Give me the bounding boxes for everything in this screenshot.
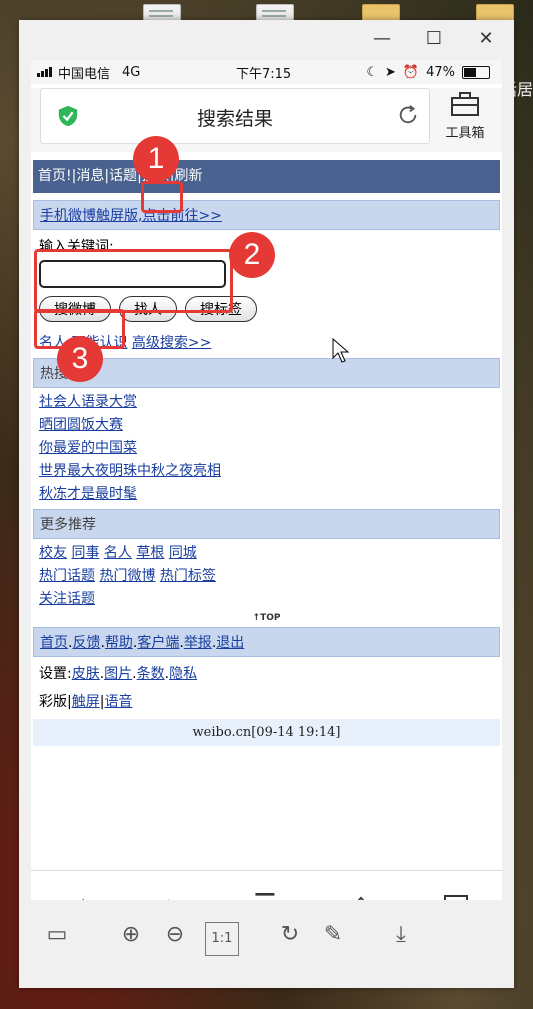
- home-icon[interactable]: ⌂: [341, 889, 381, 900]
- search-tag-button[interactable]: 搜标签: [185, 296, 257, 322]
- touch-version-link[interactable]: 手机微博触屏版,点击前往>>: [40, 208, 222, 224]
- back-icon[interactable]: ‹: [61, 889, 101, 900]
- window-controls: — ☐ ✕: [372, 28, 496, 49]
- nav-home[interactable]: 首页: [38, 168, 66, 184]
- rotate-icon[interactable]: ↻: [274, 922, 306, 954]
- forward-icon[interactable]: ›: [151, 889, 191, 900]
- footer-timestamp: weibo.cn[09-14 19:14]: [33, 719, 500, 746]
- find-people-button[interactable]: 找人: [119, 296, 177, 322]
- recommend-link[interactable]: 热门微博: [99, 568, 155, 584]
- search-links: 名人 可能认识 高级搜索>>: [39, 334, 494, 352]
- nav-topics[interactable]: 话题: [109, 168, 137, 184]
- settings-label: 设置:: [39, 666, 72, 682]
- close-icon[interactable]: ✕: [476, 28, 496, 49]
- layout-icon[interactable]: ▭: [41, 922, 73, 954]
- voice-link[interactable]: 语音: [104, 694, 132, 710]
- carrier-label: 中国电信: [58, 66, 111, 82]
- annotation-badge: 2: [229, 232, 275, 278]
- tab-count: 1: [444, 895, 468, 900]
- feedback-link[interactable]: 反馈: [72, 635, 100, 651]
- annotation-badge: 3: [57, 336, 103, 382]
- nav-messages[interactable]: 消息: [76, 168, 104, 184]
- footer-nav: 首页.反馈.帮助.客户端.举报.退出: [33, 627, 500, 657]
- count-link[interactable]: 条数: [137, 666, 165, 682]
- touch-version-bar: 手机微博触屏版,点击前往>>: [33, 200, 500, 230]
- footer-home-link[interactable]: 首页: [40, 635, 68, 651]
- keyword-input[interactable]: [39, 260, 226, 288]
- hot-item[interactable]: 社会人语录大赏: [39, 394, 137, 410]
- zoom-out-icon[interactable]: ⊖: [159, 922, 191, 954]
- zoom-in-icon[interactable]: ⊕: [115, 922, 147, 954]
- hot-item[interactable]: 你最爱的中国菜: [39, 440, 137, 456]
- tabs-button[interactable]: 1: [436, 889, 476, 900]
- search-buttons: 搜微博 找人 搜标签: [39, 296, 494, 322]
- client-link[interactable]: 客户端: [137, 635, 179, 651]
- menu-icon[interactable]: ☰: [245, 889, 285, 900]
- phone-screen: 中国电信 4G 下午7:15 ☾ ➤ ⏰ 47% 搜索结果 工具箱 首页!|消息…: [31, 60, 502, 900]
- hot-search-list: 社会人语录大赏 晒团圆饭大赛 你最爱的中国菜 世界最大夜明珠中秋之夜亮相 秋冻才…: [33, 393, 500, 503]
- edit-icon[interactable]: ✎: [317, 922, 349, 954]
- recommend-link[interactable]: 同事: [71, 545, 99, 561]
- browser-bottom-nav: ‹ › ☰ ⌂ 1: [31, 870, 502, 900]
- privacy-link[interactable]: 隐私: [169, 666, 197, 682]
- alarm-icon: ⏰: [402, 64, 420, 80]
- help-link[interactable]: 帮助: [105, 635, 133, 651]
- recommend-link[interactable]: 同城: [169, 545, 197, 561]
- top-nav: 首页!|消息|话题|搜索|刷新: [33, 160, 500, 193]
- more-recommend-list: 校友 同事 名人 草根 同城 热门话题 热门微博 热门标签 关注话题: [33, 544, 500, 608]
- hot-item[interactable]: 秋冻才是最时髦: [39, 486, 137, 502]
- hot-item[interactable]: 晒团圆饭大赛: [39, 417, 123, 433]
- settings-row: 设置:皮肤.图片.条数.隐私: [39, 666, 198, 682]
- page-title: 搜索结果: [196, 108, 273, 130]
- url-bar[interactable]: 搜索结果: [40, 88, 430, 144]
- mouse-cursor-icon: [332, 338, 350, 363]
- recommend-link[interactable]: 热门标签: [160, 568, 216, 584]
- emulator-toolbar: ▭ ⊕ ⊖ 1:1 ↻ ✎ ⤓: [19, 912, 514, 972]
- recommend-link[interactable]: 热门话题: [39, 568, 95, 584]
- actual-size-icon[interactable]: 1:1: [205, 922, 239, 956]
- recommend-link[interactable]: 校友: [39, 545, 67, 561]
- toolbox-button[interactable]: 工具箱: [436, 90, 494, 141]
- signal-icon: [37, 67, 52, 77]
- moon-icon: ☾: [366, 64, 378, 80]
- version-row: 彩版|触屏|语音: [39, 694, 133, 710]
- back-to-top[interactable]: ↑TOP: [33, 613, 500, 623]
- maximize-icon[interactable]: ☐: [424, 28, 444, 49]
- network-label: 4G: [122, 64, 141, 80]
- search-weibo-button[interactable]: 搜微博: [39, 296, 111, 322]
- annotation-badge: 1: [133, 136, 179, 182]
- hot-item[interactable]: 世界最大夜明珠中秋之夜亮相: [39, 463, 221, 479]
- logout-link[interactable]: 退出: [216, 635, 244, 651]
- browser-top-bar: 搜索结果 工具箱: [31, 88, 502, 152]
- clock: 下午7:15: [236, 66, 292, 82]
- color-version-label: 彩版: [39, 694, 67, 710]
- toolbox-icon: [451, 92, 479, 116]
- minimize-icon[interactable]: —: [372, 28, 392, 49]
- recommend-link[interactable]: 草根: [136, 545, 164, 561]
- battery-percent: 47%: [426, 64, 455, 80]
- image-link[interactable]: 图片: [104, 666, 132, 682]
- skin-link[interactable]: 皮肤: [72, 666, 100, 682]
- status-bar: 中国电信 4G 下午7:15 ☾ ➤ ⏰ 47%: [31, 60, 502, 84]
- report-link[interactable]: 举报: [184, 635, 212, 651]
- follow-topics-link[interactable]: 关注话题: [39, 591, 95, 607]
- top-label: TOP: [260, 613, 281, 623]
- hot-search-header: 热搜榜: [33, 358, 500, 388]
- touch-link[interactable]: 触屏: [72, 694, 100, 710]
- emulator-window: — ☐ ✕ 中国电信 4G 下午7:15 ☾ ➤ ⏰ 47% 搜索结果 工具箱 …: [19, 20, 514, 988]
- nav-refresh[interactable]: 刷新: [175, 168, 203, 184]
- reload-icon[interactable]: [397, 104, 419, 126]
- advanced-search-link[interactable]: 高级搜索>>: [132, 335, 211, 351]
- battery-icon: [462, 65, 490, 79]
- location-icon: ➤: [385, 64, 396, 80]
- recommend-link[interactable]: 名人: [104, 545, 132, 561]
- download-icon[interactable]: ⤓: [385, 922, 417, 954]
- toolbox-label: 工具箱: [445, 126, 485, 141]
- more-recommend-header: 更多推荐: [33, 509, 500, 539]
